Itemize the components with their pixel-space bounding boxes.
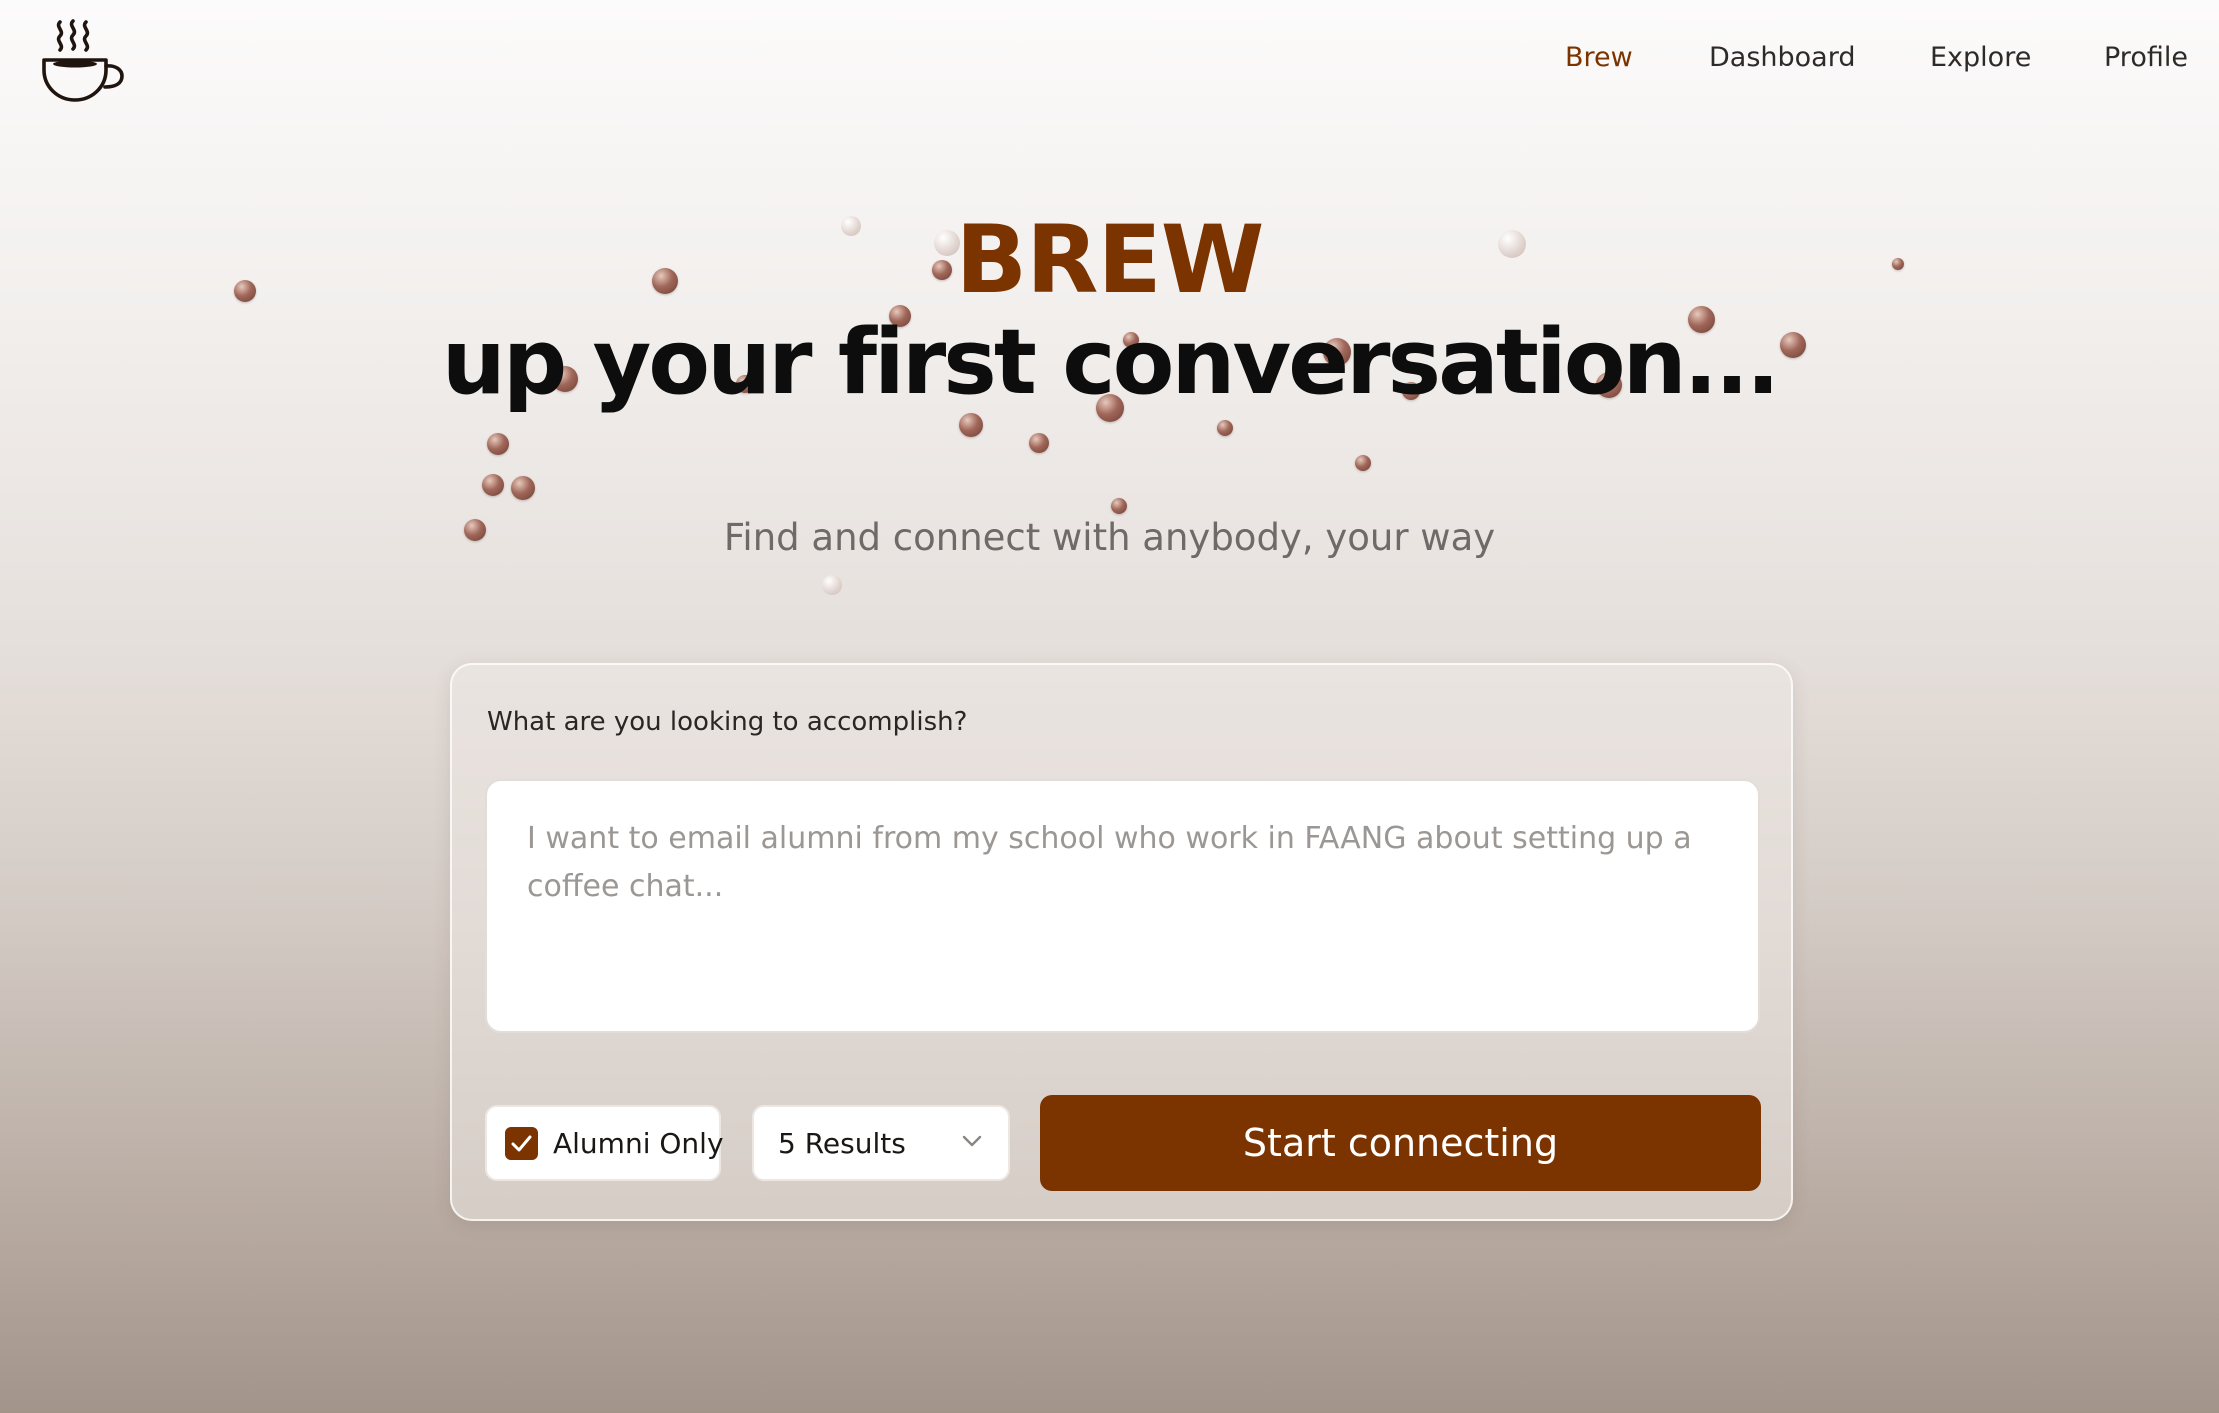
bean-dot — [1029, 433, 1049, 453]
alumni-only-checkbox[interactable]: Alumni Only — [485, 1105, 724, 1181]
bean-dot — [482, 474, 504, 496]
connect-form-card: What are you looking to accomplish? Alum… — [450, 663, 1793, 1221]
bean-dot — [1111, 498, 1127, 514]
goal-question-label: What are you looking to accomplish? — [487, 707, 968, 737]
start-connecting-button[interactable]: Start connecting — [1040, 1095, 1761, 1191]
hero-brand: BREW — [955, 206, 1265, 315]
nav-brew[interactable]: Brew — [1565, 42, 1633, 73]
bean-dot — [959, 413, 983, 437]
results-count-select[interactable]: 5 Results — [752, 1105, 1010, 1181]
bean-dot — [511, 476, 535, 500]
bean-dot — [1355, 455, 1371, 471]
top-nav: Brew Dashboard Explore Profile — [0, 42, 2219, 82]
alumni-only-label: Alumni Only — [553, 1127, 724, 1160]
bean-dot — [487, 433, 509, 455]
bean-dot — [822, 575, 842, 595]
check-icon[interactable] — [505, 1127, 538, 1160]
nav-profile[interactable]: Profile — [2104, 42, 2188, 73]
results-selected-value: 5 Results — [778, 1127, 906, 1160]
bean-dot — [1217, 420, 1233, 436]
goal-textarea[interactable] — [485, 779, 1760, 1033]
nav-dashboard[interactable]: Dashboard — [1709, 42, 1855, 73]
hero-subtitle: Find and connect with anybody, your way — [723, 516, 1496, 559]
hero-headline: up your first conversation... — [441, 310, 1780, 415]
chevron-down-icon — [962, 1135, 982, 1147]
nav-explore[interactable]: Explore — [1930, 42, 2031, 73]
